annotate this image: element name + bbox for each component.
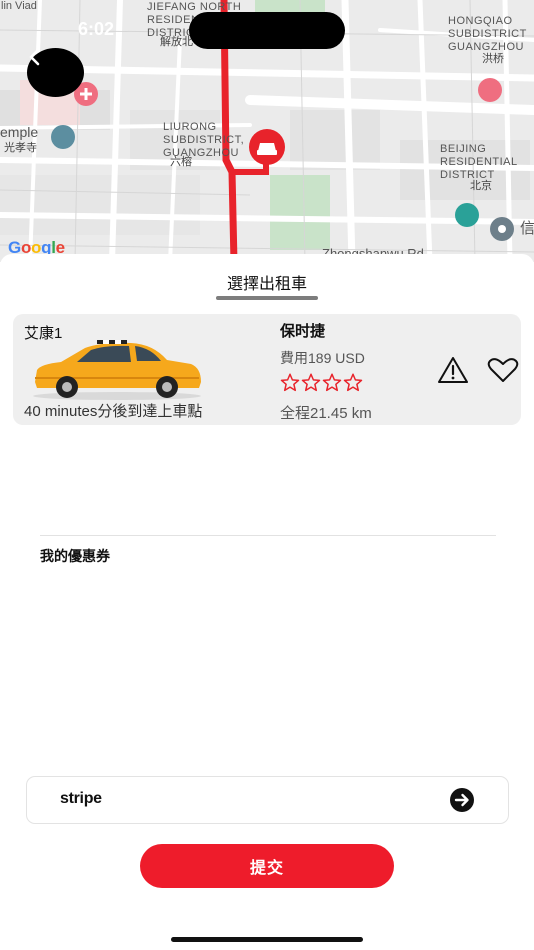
sheet-title: 選擇出租車 xyxy=(226,276,307,293)
sheet-handle[interactable] xyxy=(216,296,318,300)
map-label-hongqiao: HONGQIAO SUBDISTRICT GUANGZHOU xyxy=(448,15,527,53)
star-icon xyxy=(301,373,321,392)
report-button[interactable] xyxy=(437,356,469,389)
map-label-temple: emple xyxy=(0,124,39,140)
star-icon xyxy=(322,373,342,392)
payment-next-button[interactable] xyxy=(450,788,474,817)
bottom-sheet: 選擇出租車 艾康1 40 minutes分後到達上車點 保时捷 費用189 US… xyxy=(0,254,534,950)
payment-method-row[interactable]: stripe xyxy=(26,776,509,824)
map-label-xin: 信 xyxy=(520,220,534,237)
heart-icon xyxy=(487,358,519,382)
favorite-button[interactable] xyxy=(487,357,519,388)
trip-distance: 全程21.45 km xyxy=(280,405,372,422)
fare-price: 費用189 USD xyxy=(280,350,365,366)
map-label-liurong: LIURONG SUBDISTRICT, GUANGZHOU xyxy=(163,121,245,159)
map-label-jiefang-cn: 解放北 xyxy=(160,36,193,48)
star-icon xyxy=(280,373,300,392)
home-indicator xyxy=(171,937,363,942)
car-model: 保时捷 xyxy=(280,323,326,340)
driver-eta: 40 minutes分後到達上車點 xyxy=(24,403,203,420)
stripe-logo: stripe xyxy=(60,790,102,807)
section-divider xyxy=(40,535,496,536)
coupon-section-title[interactable]: 我的優惠券 xyxy=(40,546,110,566)
map-view[interactable]: JIEFANG NORTH RESIDENTIAL DISTRICT 解放北 L… xyxy=(0,0,534,262)
map-label-temple-cn: 光孝寺 xyxy=(4,142,37,154)
chevron-left-icon xyxy=(29,48,40,66)
rating-stars xyxy=(280,373,363,392)
taxi-car-image xyxy=(33,340,201,400)
dynamic-island xyxy=(189,12,345,49)
map-label-beijing: BEIJING RESIDENTIAL DISTRICT xyxy=(440,143,518,181)
star-icon xyxy=(343,373,363,392)
taxi-option-card[interactable]: 艾康1 40 minutes分後到達上車點 保时捷 費用189 USD 全程21… xyxy=(13,314,521,425)
map-label-road-left: lin Viad xyxy=(1,0,37,12)
map-label-liurong-cn: 六榕 xyxy=(170,156,192,168)
back-button[interactable] xyxy=(27,48,84,97)
status-time: 6:02 xyxy=(78,19,115,39)
warning-icon xyxy=(438,357,468,383)
map-label-hongqiao-cn: 洪桥 xyxy=(482,53,504,65)
map-label-beijing-cn: 北京 xyxy=(470,180,492,192)
arrow-right-circle-icon xyxy=(450,788,474,812)
submit-button[interactable]: 提交 xyxy=(140,844,394,888)
